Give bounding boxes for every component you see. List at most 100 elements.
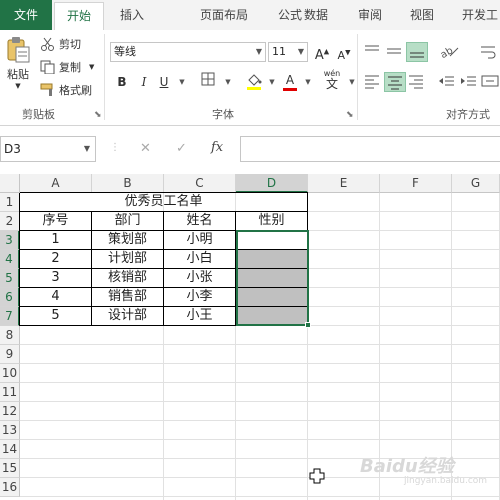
table-cell-department[interactable]: 核销部 [92, 269, 164, 288]
row-header-2[interactable]: 2 [0, 212, 20, 231]
align-left-button[interactable] [362, 72, 384, 92]
tab-insert[interactable]: 插入 [112, 0, 152, 30]
table-cell-name[interactable]: 小李 [164, 288, 236, 307]
table-cell-name[interactable]: 小白 [164, 250, 236, 269]
column-header-c[interactable]: C [164, 174, 236, 193]
row-header-10[interactable]: 10 [0, 364, 20, 383]
row-header-6[interactable]: 6 [0, 288, 20, 307]
row-header-3[interactable]: 3 [0, 231, 20, 250]
insert-function-button[interactable]: fx [211, 140, 223, 155]
fill-handle[interactable] [305, 322, 311, 328]
formula-input[interactable] [240, 136, 500, 162]
table-cell-department[interactable]: 设计部 [92, 307, 164, 326]
group-divider [357, 34, 358, 120]
row-header-8[interactable]: 8 [0, 326, 20, 345]
column-header-b[interactable]: B [92, 174, 164, 193]
table-cell-department[interactable]: 销售部 [92, 288, 164, 307]
font-size-combo[interactable]: 11 ▼ [268, 42, 308, 62]
row-header-16[interactable]: 16 [0, 478, 20, 497]
orientation-button[interactable]: ab [438, 42, 460, 62]
table-cell-name[interactable]: 小明 [164, 231, 236, 250]
font-color-button[interactable]: A [280, 70, 300, 91]
row-header-9[interactable]: 9 [0, 345, 20, 364]
row-header-7[interactable]: 7 [0, 307, 20, 326]
decrease-indent-button[interactable] [436, 72, 458, 92]
table-cell-name[interactable]: 小王 [164, 307, 236, 326]
tab-home[interactable]: 开始 [54, 2, 104, 30]
row-header-14[interactable]: 14 [0, 440, 20, 459]
table-cell-index[interactable]: 5 [20, 307, 92, 326]
row-gridline [20, 439, 500, 440]
align-top-button[interactable] [362, 42, 384, 62]
tab-review[interactable]: 审阅 [350, 0, 390, 30]
borders-button[interactable] [198, 72, 218, 92]
chevron-down-icon[interactable]: ▼ [298, 72, 318, 92]
font-name-combo[interactable]: 等线 ▼ [110, 42, 266, 62]
name-box[interactable]: D3 ▼ [0, 136, 96, 162]
column-header-f[interactable]: F [380, 174, 452, 193]
merge-center-button[interactable] [480, 72, 500, 92]
align-middle-button[interactable] [384, 42, 406, 62]
paste-button[interactable]: 粘贴 ▼ [4, 36, 32, 90]
copy-button[interactable]: 复制 ▼ [40, 59, 94, 75]
row-gridline [20, 363, 500, 364]
table-title-cell[interactable]: 优秀员工名单 [20, 193, 308, 212]
chevron-down-icon[interactable]: ▼ [262, 72, 282, 92]
row-header-4[interactable]: 4 [0, 250, 20, 269]
chevron-down-icon[interactable]: ▼ [218, 72, 238, 92]
row-header-5[interactable]: 5 [0, 269, 20, 288]
header-cell-index[interactable]: 序号 [20, 212, 92, 231]
chevron-down-icon: ▼ [297, 47, 304, 56]
row-header-13[interactable]: 13 [0, 421, 20, 440]
row-header-12[interactable]: 12 [0, 402, 20, 421]
phonetic-guide-button[interactable]: wén 文 [320, 68, 344, 90]
row-header-11[interactable]: 11 [0, 383, 20, 402]
column-header-d[interactable]: D [236, 174, 308, 193]
tab-developer[interactable]: 开发工 [456, 0, 500, 30]
dialog-launcher-icon[interactable]: ⬊ [94, 110, 102, 120]
table-cell-index[interactable]: 3 [20, 269, 92, 288]
column-header-e[interactable]: E [308, 174, 380, 193]
column-header-g[interactable]: G [452, 174, 500, 193]
table-cell-index[interactable]: 1 [20, 231, 92, 250]
header-cell-department[interactable]: 部门 [92, 212, 164, 231]
align-right-button[interactable] [406, 72, 428, 92]
table-cell-index[interactable]: 2 [20, 250, 92, 269]
tab-file[interactable]: 文件 [0, 0, 52, 30]
group-divider [104, 34, 105, 120]
cancel-entry-button[interactable]: ✕ [140, 141, 151, 156]
table-cell-index[interactable]: 4 [20, 288, 92, 307]
tab-page-layout[interactable]: 页面布局 [192, 0, 256, 30]
header-cell-name[interactable]: 姓名 [164, 212, 236, 231]
grow-font-button[interactable]: A▲ [312, 42, 332, 63]
table-cell-department[interactable]: 计划部 [92, 250, 164, 269]
header-cell-gender[interactable]: 性别 [236, 212, 308, 231]
dialog-launcher-icon[interactable]: ⬊ [346, 110, 354, 120]
increase-indent-button[interactable] [458, 72, 480, 92]
shrink-font-button[interactable]: A▼ [334, 42, 354, 62]
enter-entry-button[interactable]: ✓ [176, 141, 187, 156]
row-header-1[interactable]: 1 [0, 193, 20, 212]
underline-button[interactable]: U [154, 72, 174, 92]
fill-color-button[interactable] [244, 72, 264, 92]
column-header-a[interactable]: A [20, 174, 92, 193]
tab-view[interactable]: 视图 [402, 0, 442, 30]
tab-data[interactable]: 数据 [296, 0, 336, 30]
italic-button[interactable]: I [134, 72, 154, 92]
table-cell-name[interactable]: 小张 [164, 269, 236, 288]
splitter-handle-icon[interactable]: ⋮ [110, 142, 120, 153]
cut-button[interactable]: 剪切 [40, 36, 81, 52]
bold-button[interactable]: B [112, 72, 132, 92]
align-bottom-button[interactable] [406, 42, 428, 62]
formula-bar: D3 ▼ ⋮ ✕ ✓ fx [0, 126, 500, 174]
borders-icon [201, 72, 215, 86]
chevron-down-icon[interactable]: ▼ [172, 72, 192, 92]
table-cell-department[interactable]: 策划部 [92, 231, 164, 250]
wrap-text-button[interactable] [478, 42, 500, 62]
format-painter-button[interactable]: 格式刷 [40, 82, 92, 98]
select-all-corner[interactable] [0, 174, 20, 193]
format-painter-label: 格式刷 [59, 84, 92, 97]
align-center-button[interactable] [384, 72, 406, 92]
chevron-down-icon[interactable]: ▼ [342, 72, 362, 92]
row-header-15[interactable]: 15 [0, 459, 20, 478]
